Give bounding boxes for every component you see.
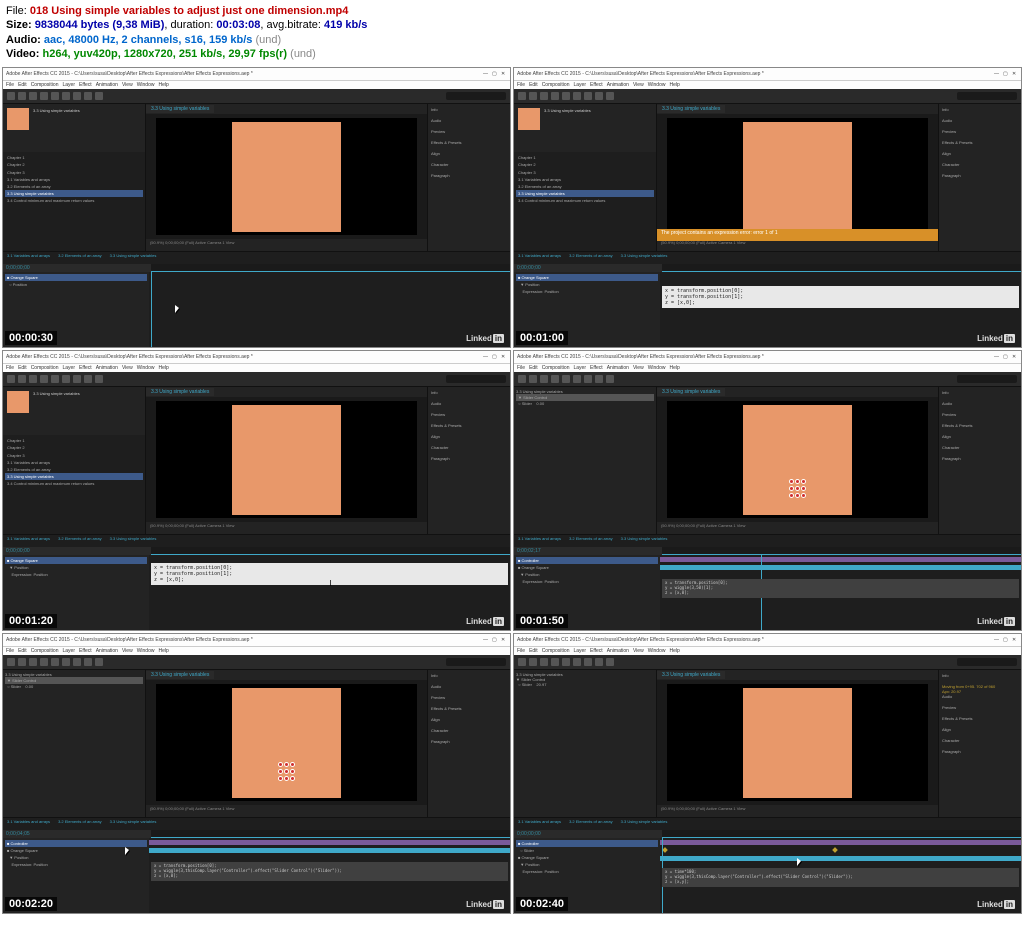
audio-value: aac, 48000 Hz, 2 channels, s16, 159 kb/s	[44, 34, 253, 46]
menubar[interactable]: FileEditCompositionLayerEffectAnimationV…	[3, 81, 510, 89]
composition-panel[interactable]: 3.3 Using simple variables (50.9%) 0;00;…	[146, 104, 427, 251]
timestamp-overlay: 00:00:30	[5, 331, 57, 345]
folder-item[interactable]: Chapter 2	[5, 161, 143, 168]
timeline-panel[interactable]: 3.1 Variables and arrays3.2 Elements of …	[3, 251, 510, 347]
current-time[interactable]: 0;00;00;00	[3, 264, 151, 272]
file-label: File:	[6, 5, 30, 17]
thumbnail-2: Adobe After Effects CC 2015 - C:\Users\s…	[513, 67, 1022, 348]
layer-bar[interactable]	[660, 557, 1021, 562]
camera-tool-icon[interactable]	[51, 92, 59, 100]
pen-tool-icon[interactable]	[84, 92, 92, 100]
info-text: Moving from 0+95. 702 of 960 Δpx: 20.97	[942, 684, 1018, 694]
bitrate-value: 419 kb/s	[324, 19, 367, 31]
expression-readonly[interactable]: x = transform.position[0]; y = wiggle(3,…	[662, 579, 1019, 597]
layer-bar[interactable]	[660, 565, 1021, 570]
cursor-icon	[125, 847, 129, 855]
thumbnail-3: Adobe After Effects CC 2015 - C:\Users\s…	[2, 350, 511, 631]
expression-editor[interactable]: x = transform.position[0]; y = transform…	[662, 286, 1019, 308]
thumbnail-4: Adobe After Effects CC 2015 - C:\Users\s…	[513, 350, 1022, 631]
zoom-tool-icon[interactable]	[29, 92, 37, 100]
text-tool-icon[interactable]	[95, 92, 103, 100]
rotate-tool-icon[interactable]	[40, 92, 48, 100]
time-ruler[interactable]	[151, 264, 510, 272]
layer-handles-icon[interactable]	[789, 479, 805, 498]
orange-square-layer[interactable]	[232, 122, 342, 232]
window-titlebar: Adobe After Effects CC 2015 - C:\Users\s…	[3, 68, 510, 81]
thumbnail-6: Adobe After Effects CC 2015 - C:\Users\s…	[513, 633, 1022, 914]
viewer-footer[interactable]: (50.9%) 0;00;00;00 (Full) Active Camera …	[146, 239, 427, 251]
controller-layer[interactable]: ■ Controller	[516, 557, 658, 564]
maximize-icon[interactable]: ▢	[492, 71, 498, 77]
thumbnail-1: Adobe After Effects CC 2015 - C:\Users\s…	[2, 67, 511, 348]
cursor-icon	[175, 305, 179, 313]
cursor-icon	[797, 858, 801, 866]
file-info-header: File: 018 Using simple variables to adju…	[0, 0, 1024, 65]
video-value: h264, yuv420p, 1280x720, 251 kb/s, 29,97…	[42, 48, 287, 60]
playhead[interactable]	[151, 272, 152, 347]
shape-tool-icon[interactable]	[73, 92, 81, 100]
duration-value: 00:03:08	[216, 19, 260, 31]
comp-thumbnail-icon	[7, 108, 29, 130]
filename: 018 Using simple variables to adjust jus…	[30, 5, 348, 17]
expression-error-bar[interactable]: The project contains an expression error…	[657, 229, 938, 241]
composition-viewer[interactable]	[156, 118, 417, 235]
comp-item[interactable]: 3.4 Control minimum and maximum return v…	[5, 197, 143, 204]
keyframe-icon[interactable]	[662, 847, 668, 853]
audio-label: Audio:	[6, 34, 44, 46]
search-help-input[interactable]	[446, 92, 506, 100]
toolbar[interactable]	[3, 89, 510, 104]
size-label: Size:	[6, 19, 35, 31]
effect-controls-panel: 3.3 Using simple variables ▼ Slider Cont…	[514, 387, 656, 408]
size-value: 9838044 bytes (9,38 MiB)	[35, 19, 165, 31]
close-icon[interactable]: ✕	[501, 71, 507, 77]
pan-behind-tool-icon[interactable]	[62, 92, 70, 100]
linkedin-watermark: Linkedin	[466, 334, 504, 343]
minimize-icon[interactable]: —	[483, 71, 489, 77]
keyframe-icon[interactable]	[832, 847, 838, 853]
selection-tool-icon[interactable]	[7, 92, 15, 100]
hand-tool-icon[interactable]	[18, 92, 26, 100]
property-row[interactable]: ○ Position	[5, 281, 147, 288]
comp-item[interactable]: 3.2 Elements of an array	[5, 183, 143, 190]
comp-item-selected[interactable]: 3.3 Using simple variables	[5, 190, 143, 197]
video-label: Video:	[6, 48, 42, 60]
right-panels[interactable]: Info Audio Preview Effects & Presets Ali…	[427, 104, 510, 251]
thumbnail-grid: Adobe After Effects CC 2015 - C:\Users\s…	[0, 65, 1024, 916]
slider-control-effect[interactable]: ▼ Slider Control	[516, 394, 654, 401]
comp-tab[interactable]: 3.3 Using simple variables	[146, 105, 214, 113]
project-panel[interactable]: 3.3 Using simple variables Chapter 1 Cha…	[3, 104, 146, 251]
folder-item[interactable]: Chapter 1	[5, 154, 143, 161]
text-cursor-icon: I	[329, 579, 331, 588]
folder-item[interactable]: Chapter 3	[5, 169, 143, 176]
comp-item[interactable]: 3.1 Variables and arrays	[5, 176, 143, 183]
layer-row[interactable]: ■ Orange Square	[5, 274, 147, 281]
thumbnail-5: Adobe After Effects CC 2015 - C:\Users\s…	[2, 633, 511, 914]
